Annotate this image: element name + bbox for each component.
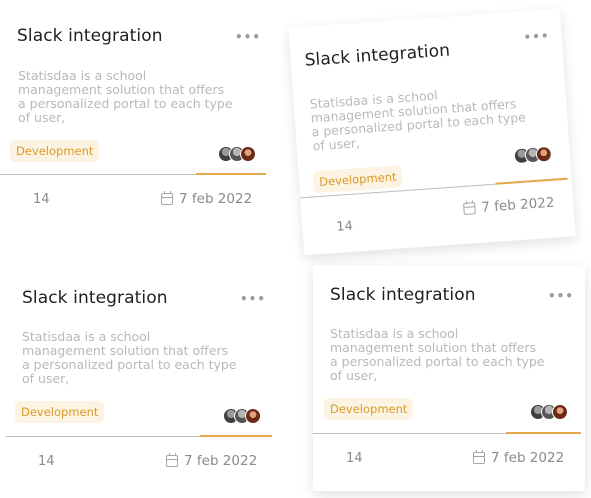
assignee-avatars[interactable]	[513, 145, 553, 167]
card-title: Slack integration	[330, 285, 476, 305]
card-gallery: Slack integration ••• Statisdaa is a sch…	[0, 0, 591, 498]
task-card[interactable]: Slack integration ••• Statisdaa is a sch…	[313, 265, 585, 491]
card-title: Slack integration	[22, 288, 168, 308]
assignee-avatars[interactable]	[530, 404, 568, 422]
due-date: 7 feb 2022	[473, 450, 564, 466]
due-date-text: 7 feb 2022	[480, 194, 555, 216]
progress-accent-line	[495, 177, 568, 185]
more-options-icon[interactable]: •••	[240, 293, 266, 305]
more-options-icon[interactable]: •••	[523, 29, 550, 45]
avatar	[535, 145, 553, 163]
avatar	[240, 146, 256, 162]
calendar-icon	[463, 202, 476, 215]
due-date-text: 7 feb 2022	[491, 450, 565, 466]
calendar-icon	[473, 450, 485, 464]
due-date: 7 feb 2022	[166, 453, 257, 469]
card-description: Statisdaa is a school management solutio…	[309, 87, 527, 154]
card-title: Slack integration	[304, 40, 451, 71]
card-description: Statisdaa is a school management solutio…	[18, 68, 233, 125]
avatar	[245, 408, 261, 424]
due-date: 7 feb 2022	[161, 191, 252, 207]
comment-count: 14	[346, 451, 363, 466]
category-tag[interactable]: Development	[10, 140, 100, 162]
task-card[interactable]: Slack integration ••• Statisdaa is a sch…	[0, 10, 270, 230]
task-card[interactable]: Slack integration ••• Statisdaa is a sch…	[288, 8, 576, 256]
calendar-icon	[161, 191, 173, 205]
assignee-avatars[interactable]	[223, 408, 261, 426]
card-description: Statisdaa is a school management solutio…	[330, 326, 545, 383]
task-card[interactable]: Slack integration ••• Statisdaa is a sch…	[6, 270, 276, 490]
progress-accent-line	[196, 173, 266, 175]
avatar	[552, 404, 568, 420]
more-options-icon[interactable]: •••	[548, 290, 574, 302]
comment-count: 14	[33, 192, 50, 207]
due-date-text: 7 feb 2022	[179, 191, 253, 207]
due-date-text: 7 feb 2022	[184, 453, 258, 469]
category-tag[interactable]: Development	[15, 401, 105, 423]
progress-accent-line	[506, 432, 581, 434]
more-options-icon[interactable]: •••	[235, 31, 261, 43]
due-date: 7 feb 2022	[463, 195, 555, 217]
category-tag[interactable]: Development	[312, 165, 404, 194]
comment-count: 14	[38, 454, 55, 469]
card-description: Statisdaa is a school management solutio…	[22, 329, 237, 386]
assignee-avatars[interactable]	[218, 146, 256, 164]
progress-accent-line	[200, 435, 272, 437]
category-tag[interactable]: Development	[324, 398, 414, 420]
comment-count: 14	[335, 218, 354, 235]
card-title: Slack integration	[17, 26, 163, 46]
calendar-icon	[166, 453, 178, 467]
